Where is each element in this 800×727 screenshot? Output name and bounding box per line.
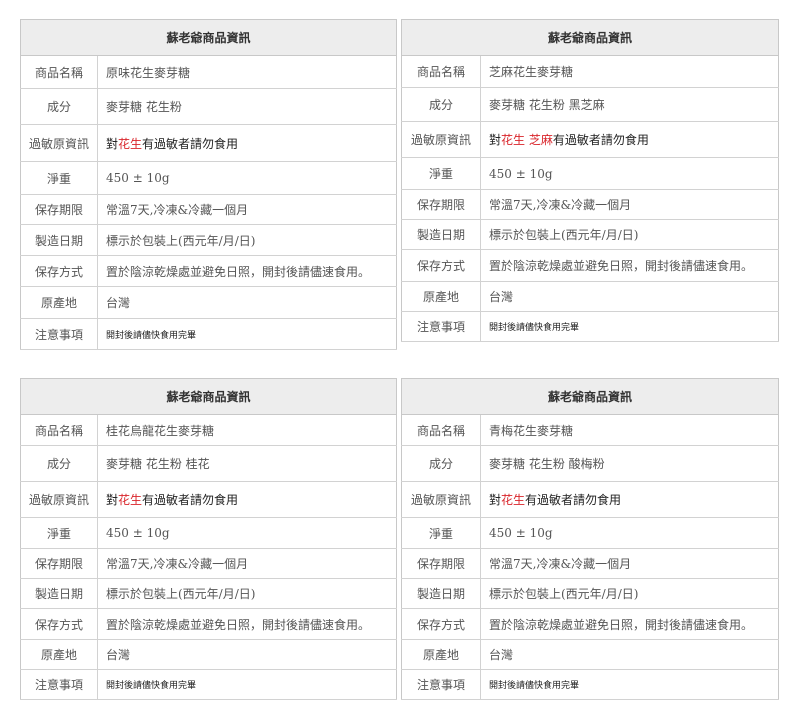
product-info-table-sesame: 蘇老爺商品資訊 商品名稱 芝麻花生麥芽糖 成分 麥芽糖 花生粉 黑芝麻 過敏原資… (401, 19, 779, 342)
notes-value: 開封後請儘快食用完畢 (97, 669, 397, 700)
storage-label: 保存方式 (20, 608, 98, 640)
origin-label: 原產地 (401, 639, 481, 670)
allergen-label: 過敏原資訊 (20, 481, 98, 518)
allergen-value: 對花生有過敏者請勿食用 (97, 481, 397, 518)
notes-label: 注意事項 (20, 669, 98, 700)
allergen-suffix: 有過敏者請勿食用 (525, 493, 622, 507)
ingredients-label: 成分 (401, 87, 481, 122)
weight-value: 450 ± 10g (480, 157, 779, 190)
mfg-date-value: 標示於包裝上(西元年/月/日) (480, 578, 779, 609)
storage-value: 置於陰涼乾燥處並避免日照，開封後請儘速食用。 (97, 255, 397, 287)
origin-value: 台灣 (480, 639, 779, 670)
notes-value: 開封後請儘快食用完畢 (480, 311, 779, 342)
mfg-date-label: 製造日期 (401, 219, 481, 250)
product-info-table-osmanthus: 蘇老爺商品資訊 商品名稱 桂花烏龍花生麥芽糖 成分 麥芽糖 花生粉 桂花 過敏原… (20, 378, 397, 700)
origin-value: 台灣 (480, 281, 779, 312)
allergen-suffix: 有過敏者請勿食用 (142, 136, 239, 151)
weight-label: 淨重 (401, 157, 481, 190)
allergen-label: 過敏原資訊 (401, 481, 481, 518)
product-name-label: 商品名稱 (20, 414, 98, 446)
origin-label: 原產地 (20, 286, 98, 319)
storage-label: 保存方式 (401, 249, 481, 282)
product-name-value: 青梅花生麥芽糖 (480, 414, 779, 446)
ingredients-label: 成分 (20, 445, 98, 482)
mfg-date-value: 標示於包裝上(西元年/月/日) (97, 578, 397, 609)
shelf-life-value: 常溫7天,冷凍&冷藏一個月 (97, 548, 397, 579)
ingredients-label: 成分 (401, 445, 481, 482)
notes-label: 注意事項 (401, 669, 481, 700)
shelf-life-value: 常溫7天,冷凍&冷藏一個月 (480, 189, 779, 220)
product-name-value: 芝麻花生麥芽糖 (480, 55, 779, 88)
allergen-prefix: 對 (489, 493, 502, 507)
shelf-life-label: 保存期限 (401, 548, 481, 579)
allergen-suffix: 有過敏者請勿食用 (142, 493, 239, 507)
table-title: 蘇老爺商品資訊 (20, 378, 397, 415)
allergen-label: 過敏原資訊 (20, 124, 98, 162)
shelf-life-label: 保存期限 (20, 194, 98, 225)
allergen-highlight: 花生 (118, 136, 143, 151)
ingredients-value: 麥芽糖 花生粉 (97, 88, 397, 125)
origin-label: 原產地 (401, 281, 481, 312)
product-name-label: 商品名稱 (20, 55, 98, 89)
product-name-label: 商品名稱 (401, 55, 481, 88)
product-info-table-original: 蘇老爺商品資訊 商品名稱 原味花生麥芽糖 成分 麥芽糖 花生粉 過敏原資訊 對花… (20, 19, 397, 350)
storage-label: 保存方式 (20, 255, 98, 287)
product-name-value: 原味花生麥芽糖 (97, 55, 397, 89)
weight-label: 淨重 (20, 161, 98, 195)
allergen-value: 對花生 芝麻有過敏者請勿食用 (480, 121, 779, 158)
storage-label: 保存方式 (401, 608, 481, 640)
allergen-value: 對花生有過敏者請勿食用 (480, 481, 779, 518)
allergen-highlight: 花生 (501, 493, 526, 507)
notes-label: 注意事項 (401, 311, 481, 342)
origin-value: 台灣 (97, 286, 397, 319)
allergen-prefix: 對 (489, 133, 502, 147)
allergen-prefix: 對 (106, 136, 119, 151)
allergen-label: 過敏原資訊 (401, 121, 481, 158)
notes-value: 開封後請儘快食用完畢 (480, 669, 779, 700)
allergen-highlight: 花生 (118, 493, 143, 507)
ingredients-label: 成分 (20, 88, 98, 125)
notes-value: 開封後請儘快食用完畢 (97, 318, 397, 350)
allergen-suffix: 有過敏者請勿食用 (552, 133, 649, 147)
weight-label: 淨重 (20, 517, 98, 549)
storage-value: 置於陰涼乾燥處並避免日照，開封後請儘速食用。 (97, 608, 397, 640)
shelf-life-label: 保存期限 (20, 548, 98, 579)
ingredients-value: 麥芽糖 花生粉 酸梅粉 (480, 445, 779, 482)
table-title: 蘇老爺商品資訊 (401, 19, 779, 56)
table-title: 蘇老爺商品資訊 (401, 378, 779, 415)
weight-value: 450 ± 10g (97, 161, 397, 195)
product-info-table-green-plum: 蘇老爺商品資訊 商品名稱 青梅花生麥芽糖 成分 麥芽糖 花生粉 酸梅粉 過敏原資… (401, 378, 779, 700)
mfg-date-value: 標示於包裝上(西元年/月/日) (97, 224, 397, 256)
mfg-date-label: 製造日期 (401, 578, 481, 609)
product-name-label: 商品名稱 (401, 414, 481, 446)
shelf-life-value: 常溫7天,冷凍&冷藏一個月 (97, 194, 397, 225)
origin-value: 台灣 (97, 639, 397, 670)
ingredients-value: 麥芽糖 花生粉 黑芝麻 (480, 87, 779, 122)
shelf-life-label: 保存期限 (401, 189, 481, 220)
mfg-date-label: 製造日期 (20, 224, 98, 256)
weight-value: 450 ± 10g (97, 517, 397, 549)
storage-value: 置於陰涼乾燥處並避免日照，開封後請儘速食用。 (480, 608, 779, 640)
weight-value: 450 ± 10g (480, 517, 779, 549)
notes-label: 注意事項 (20, 318, 98, 350)
allergen-highlight: 花生 芝麻 (501, 133, 553, 147)
weight-label: 淨重 (401, 517, 481, 549)
allergen-value: 對花生有過敏者請勿食用 (97, 124, 397, 162)
mfg-date-value: 標示於包裝上(西元年/月/日) (480, 219, 779, 250)
table-title: 蘇老爺商品資訊 (20, 19, 397, 56)
mfg-date-label: 製造日期 (20, 578, 98, 609)
storage-value: 置於陰涼乾燥處並避免日照，開封後請儘速食用。 (480, 249, 779, 282)
allergen-prefix: 對 (106, 493, 119, 507)
product-name-value: 桂花烏龍花生麥芽糖 (97, 414, 397, 446)
ingredients-value: 麥芽糖 花生粉 桂花 (97, 445, 397, 482)
origin-label: 原產地 (20, 639, 98, 670)
shelf-life-value: 常溫7天,冷凍&冷藏一個月 (480, 548, 779, 579)
